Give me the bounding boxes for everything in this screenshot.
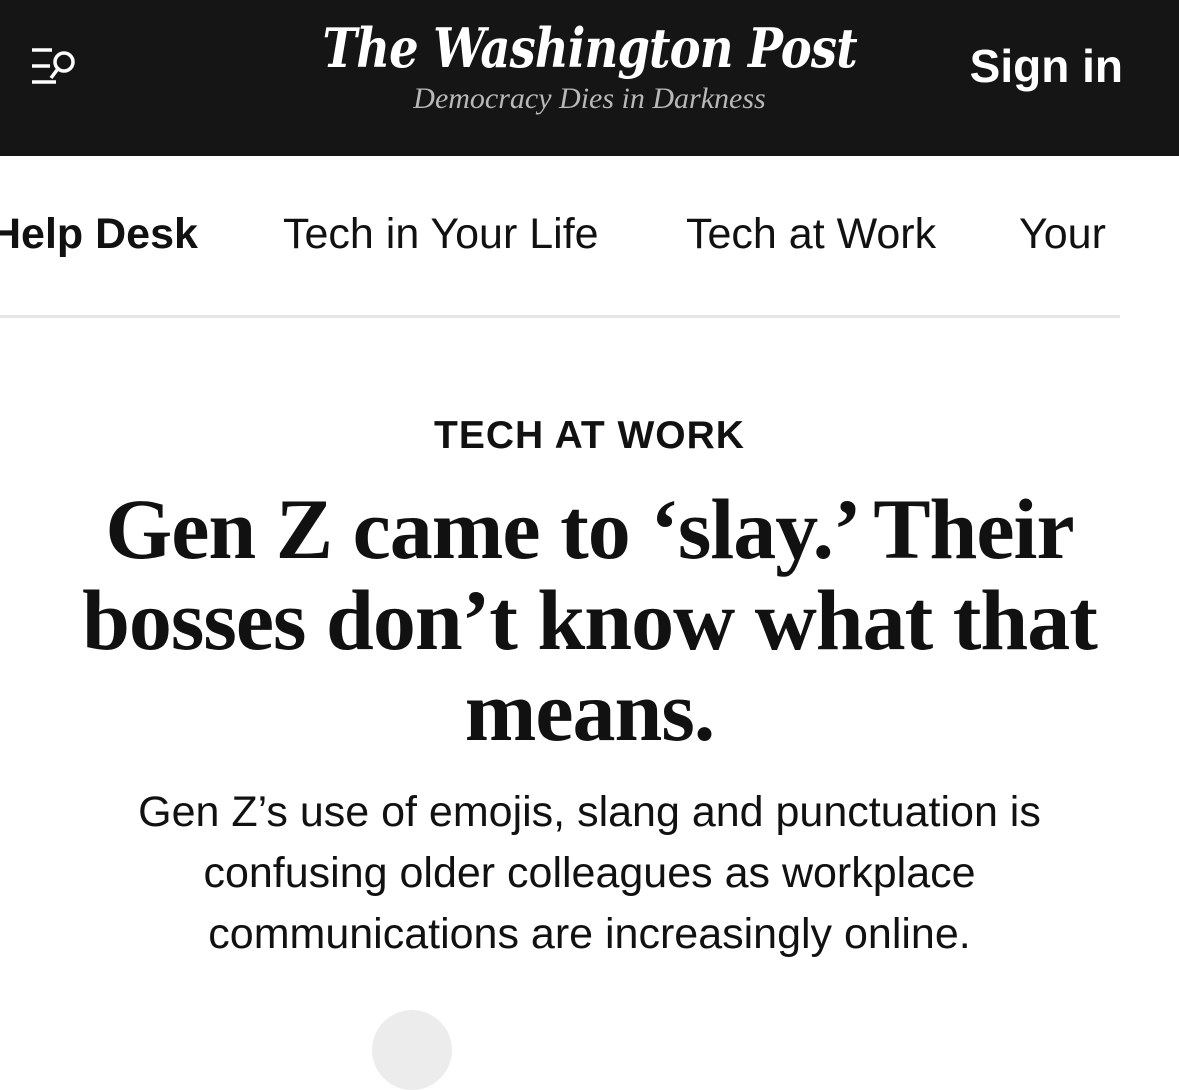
site-logo[interactable]: The Washington Post [322, 12, 857, 84]
section-subnav: Help Desk Tech in Your Life Tech at Work… [0, 156, 1120, 318]
article-kicker[interactable]: TECH AT WORK [0, 412, 1179, 460]
subnav-item-help-desk[interactable]: Help Desk [0, 208, 198, 260]
subnav-item-tech-at-work[interactable]: Tech at Work [686, 208, 936, 260]
author-avatar [372, 1010, 452, 1090]
subnav-item-your[interactable]: Your [1019, 208, 1106, 260]
article-dek: Gen Z’s use of emojis, slang and punctua… [138, 788, 1041, 958]
subnav-item-tech-in-your-life[interactable]: Tech in Your Life [283, 208, 599, 260]
site-header: The Washington Post Democracy Dies in Da… [0, 0, 1179, 156]
sign-in-button[interactable]: Sign in [970, 40, 1123, 92]
article-headline: Gen Z came to ‘slay.’ Their bosses don’t… [82, 481, 1098, 759]
